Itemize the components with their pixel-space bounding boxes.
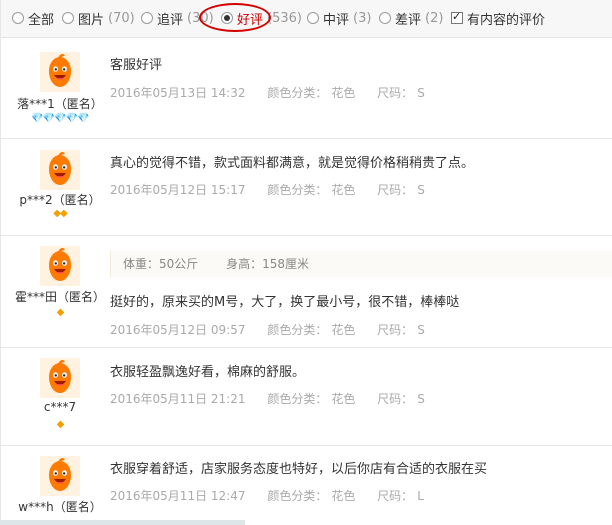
- color-value: 花色: [331, 489, 356, 503]
- radio-icon[interactable]: [62, 12, 74, 24]
- review-filter-bar: 全部 图片 (70) 追评 (30) 好评 (536) 中评 (3) 差评 (2…: [0, 0, 612, 38]
- color-label: 颜色分类：: [267, 392, 328, 406]
- avatar[interactable]: [40, 456, 80, 496]
- review-date: 2016年05月12日 15:17: [110, 183, 246, 197]
- filter-negative[interactable]: 差评 (2): [379, 9, 444, 28]
- filter-label: 差评: [395, 12, 422, 28]
- review-meta: 2016年05月12日 15:17 颜色分类： 花色 尺码： S: [110, 181, 443, 198]
- review-meta: 2016年05月11日 12:47 颜色分类： 花色 尺码： L: [110, 487, 442, 504]
- filter-label: 全部: [28, 12, 55, 28]
- review-meta: 2016年05月13日 14:32 颜色分类： 花色 尺码： S: [110, 84, 443, 101]
- size-value: L: [417, 489, 424, 503]
- review-date: 2016年05月12日 09:57: [110, 323, 246, 337]
- username[interactable]: w***h（匿名）: [0, 498, 120, 515]
- filter-label: 有内容的评价: [467, 12, 546, 28]
- rank-icon: 💎💎💎💎💎: [31, 113, 89, 124]
- review-text: 衣服轻盈飘逸好看，棉麻的舒服。: [110, 365, 306, 380]
- review-item: c***7 ◆ 衣服轻盈飘逸好看，棉麻的舒服。 2016年05月11日 21:2…: [0, 347, 612, 446]
- horizontal-scrollbar[interactable]: [0, 520, 245, 525]
- filter-label: 追评: [157, 12, 184, 28]
- username[interactable]: 霍***田（匿名）: [0, 288, 120, 305]
- review-meta: 2016年05月11日 21:21 颜色分类： 花色 尺码： S: [110, 390, 443, 407]
- size-value: S: [417, 183, 425, 197]
- color-label: 颜色分类：: [267, 323, 328, 337]
- size-value: S: [417, 323, 425, 337]
- highlight-circle: [199, 3, 271, 32]
- weight-info: 体重：50公斤: [123, 257, 199, 271]
- size-label: 尺码：: [377, 489, 414, 503]
- filter-neutral[interactable]: 中评 (3): [307, 9, 372, 28]
- filter-label: 中评: [323, 12, 350, 28]
- review-text: 衣服穿着舒适，店家服务态度也特好，以后你店有合适的衣服在买: [110, 462, 488, 477]
- radio-icon[interactable]: [379, 12, 391, 24]
- review-text: 客服好评: [110, 58, 163, 73]
- body-info-bar: 体重：50公斤 身高：158厘米: [110, 251, 612, 277]
- filter-count: (536): [267, 10, 302, 26]
- avatar[interactable]: [40, 246, 80, 286]
- filter-with-content[interactable]: 有内容的评价: [451, 9, 546, 28]
- rank-icon: ◆: [56, 419, 65, 430]
- filter-all[interactable]: 全部: [12, 9, 55, 28]
- review-date: 2016年05月11日 12:47: [110, 489, 246, 503]
- radio-icon[interactable]: [141, 12, 153, 24]
- review-text: 挺好的，原来买的M号，大了，换了最小号，很不错，棒棒哒: [110, 295, 460, 310]
- size-label: 尺码：: [377, 183, 414, 197]
- checkbox-checked-icon[interactable]: [451, 10, 463, 24]
- review-text: 真心的觉得不错，款式面料都满意，就是觉得价格稍稍贵了点。: [110, 156, 475, 171]
- color-label: 颜色分类：: [267, 86, 328, 100]
- left-border: [0, 0, 1, 525]
- username[interactable]: c***7: [0, 400, 120, 414]
- color-value: 花色: [331, 183, 356, 197]
- color-label: 颜色分类：: [267, 183, 328, 197]
- color-value: 花色: [331, 86, 356, 100]
- review-meta: 2016年05月12日 09:57 颜色分类： 花色 尺码： S: [110, 321, 443, 338]
- review-item: 霍***田（匿名） ◆ 体重：50公斤 身高：158厘米 挺好的，原来买的M号，…: [0, 235, 612, 348]
- height-info: 身高：158厘米: [226, 257, 310, 271]
- review-item: p***2（匿名） ◆◆ 真心的觉得不错，款式面料都满意，就是觉得价格稍稍贵了点…: [0, 138, 612, 236]
- size-label: 尺码：: [377, 392, 414, 406]
- review-date: 2016年05月11日 21:21: [110, 392, 246, 406]
- rank-icon: ◆: [56, 307, 65, 318]
- color-label: 颜色分类：: [267, 489, 328, 503]
- filter-count: (3): [353, 10, 372, 26]
- color-value: 花色: [331, 323, 356, 337]
- review-date: 2016年05月13日 14:32: [110, 86, 246, 100]
- color-value: 花色: [331, 392, 356, 406]
- avatar[interactable]: [40, 52, 80, 92]
- filter-count: (2): [425, 10, 444, 26]
- rank-icon: ◆◆: [53, 208, 67, 219]
- filter-count: (70): [108, 10, 135, 26]
- filter-label: 图片: [78, 12, 105, 28]
- size-label: 尺码：: [377, 323, 414, 337]
- username[interactable]: 落***1（匿名）: [0, 95, 120, 112]
- size-value: S: [417, 86, 425, 100]
- username[interactable]: p***2（匿名）: [0, 191, 120, 208]
- radio-icon[interactable]: [12, 12, 24, 24]
- review-item: 落***1（匿名） 💎💎💎💎💎 客服好评 2016年05月13日 14:32 颜…: [0, 37, 612, 139]
- review-item: w***h（匿名） 衣服穿着舒适，店家服务态度也特好，以后你店有合适的衣服在买 …: [0, 445, 612, 525]
- filter-images[interactable]: 图片 (70): [62, 9, 135, 28]
- radio-icon[interactable]: [307, 12, 319, 24]
- size-label: 尺码：: [377, 86, 414, 100]
- avatar[interactable]: [40, 150, 80, 190]
- size-value: S: [417, 392, 425, 406]
- avatar[interactable]: [40, 358, 80, 398]
